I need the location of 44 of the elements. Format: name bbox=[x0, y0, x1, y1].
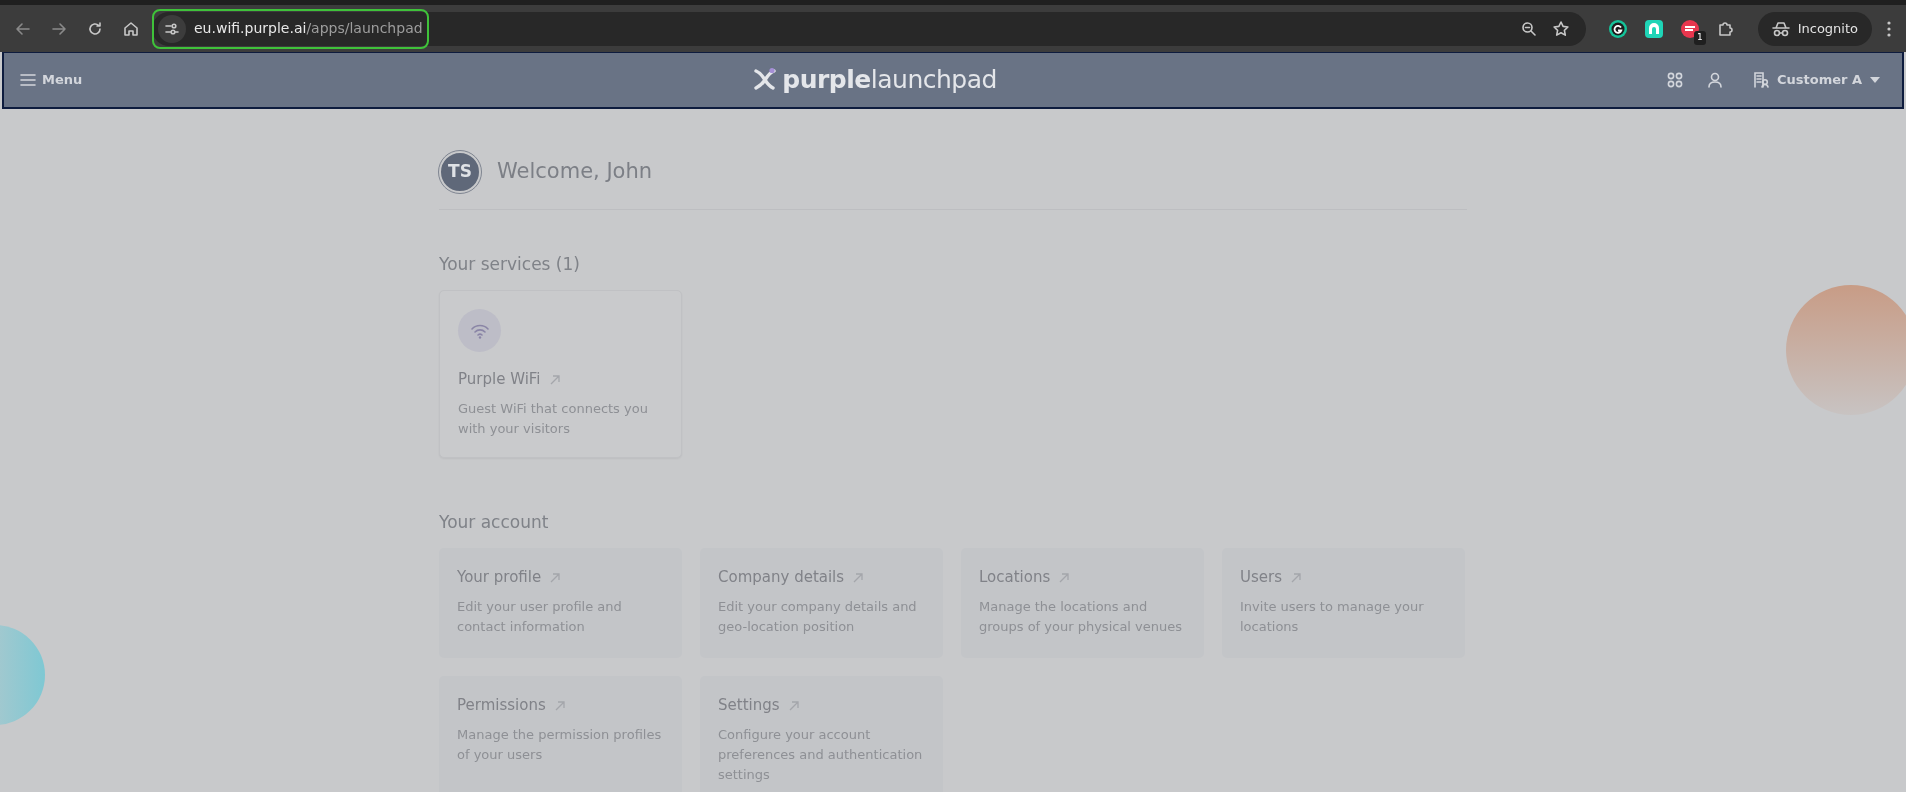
flag-extension-icon[interactable] bbox=[1679, 18, 1700, 39]
card-title: Locations bbox=[979, 567, 1051, 589]
external-arrow-icon bbox=[787, 699, 800, 712]
section-heading: Your services (1) bbox=[439, 254, 581, 275]
card-title: Users bbox=[1240, 567, 1282, 589]
avatar-initials: TS bbox=[439, 151, 481, 193]
menu-icon bbox=[20, 73, 36, 87]
caret-icon bbox=[1870, 77, 1880, 83]
arch-extension-icon[interactable] bbox=[1643, 18, 1664, 39]
site-settings-icon[interactable] bbox=[164, 20, 180, 37]
external-arrow-icon bbox=[553, 699, 566, 712]
card-title: Your profile bbox=[457, 567, 542, 589]
external-arrow-icon bbox=[1290, 571, 1302, 584]
apps-grid-icon[interactable] bbox=[1666, 72, 1683, 88]
external-arrow-icon bbox=[548, 373, 561, 386]
incognito-icon bbox=[1771, 20, 1790, 37]
zoom-icon[interactable] bbox=[1519, 19, 1538, 38]
card-title: Permissions bbox=[457, 695, 546, 717]
g-extension-icon[interactable] bbox=[1607, 18, 1628, 39]
account-dropdown[interactable]: Customer A bbox=[1746, 69, 1886, 91]
service-card[interactable]: Purple WiFi Guest WiFi that connects you with your visitors bbox=[439, 290, 682, 458]
card-description: Guest WiFi that connects you with your visitors bbox=[458, 399, 649, 438]
external-arrow-icon bbox=[1058, 571, 1071, 584]
logo-text: purplelaunchpad bbox=[782, 64, 997, 97]
external-arrow-icon bbox=[852, 571, 865, 584]
card-title: Company details bbox=[718, 567, 845, 589]
section-heading: Your account bbox=[439, 511, 550, 533]
welcome-heading: Welcome, John bbox=[497, 158, 653, 186]
wifi-icon bbox=[469, 322, 490, 339]
menu-button[interactable]: Menu bbox=[20, 70, 83, 90]
address-bar[interactable]: eu.wifi.purple.ai/apps/launchpad bbox=[152, 11, 1586, 46]
reload-icon bbox=[86, 19, 104, 38]
home-icon bbox=[122, 19, 140, 38]
more-menu-icon[interactable] bbox=[1886, 19, 1892, 38]
card-title: Purple WiFi bbox=[458, 369, 541, 391]
logo-mark-icon bbox=[752, 67, 779, 93]
bookmark-star-icon[interactable] bbox=[1551, 19, 1570, 38]
url-text[interactable]: eu.wifi.purple.ai/apps/launchpad bbox=[194, 18, 423, 39]
external-arrow-icon bbox=[549, 571, 562, 584]
building-user-icon bbox=[1752, 72, 1769, 88]
card-title: Settings bbox=[718, 695, 780, 717]
user-icon[interactable] bbox=[1706, 72, 1723, 88]
extension-count-badge: 1 bbox=[1693, 31, 1706, 45]
incognito-button[interactable]: Incognito bbox=[1757, 11, 1872, 46]
